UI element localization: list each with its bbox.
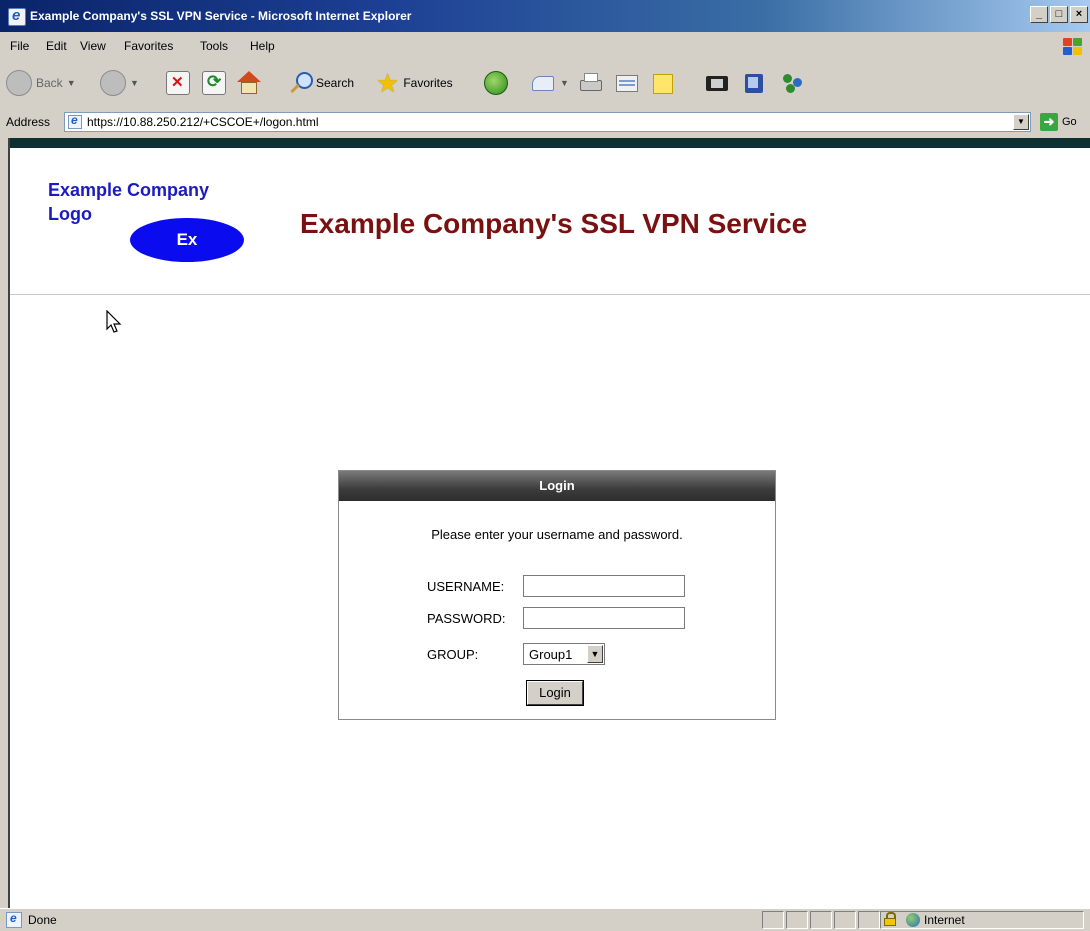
username-label: USERNAME: (427, 579, 505, 594)
window-title-bar: Example Company's SSL VPN Service - Micr… (0, 0, 1090, 32)
status-cell (762, 911, 784, 929)
messenger-icon (780, 72, 806, 94)
page-top-band (10, 138, 1090, 148)
favorites-label: Favorites (403, 76, 453, 90)
media-player-button[interactable] (704, 68, 730, 98)
username-field[interactable] (523, 575, 685, 597)
address-label: Address (6, 115, 51, 129)
home-icon (236, 71, 262, 95)
status-cell (810, 911, 832, 929)
menu-favorites[interactable]: Favorites (124, 39, 173, 53)
favorites-button[interactable]: ★ Favorites (376, 68, 453, 98)
status-text: Done (28, 913, 57, 927)
film-icon (704, 72, 730, 94)
login-button[interactable]: Login (526, 680, 584, 706)
page-status-icon (6, 911, 22, 928)
menu-file[interactable]: File (10, 39, 29, 53)
go-label: Go (1062, 116, 1077, 128)
status-cell (786, 911, 808, 929)
note-icon (650, 72, 676, 94)
menu-help[interactable]: Help (250, 39, 275, 53)
go-arrow-icon: ➜ (1040, 113, 1058, 131)
media-button[interactable] (484, 68, 508, 98)
login-panel: Login Please enter your username and pas… (338, 470, 776, 720)
page-icon (68, 113, 82, 129)
windows-logo-icon (1062, 37, 1082, 55)
window-title: Example Company's SSL VPN Service - Micr… (30, 9, 412, 23)
group-select[interactable]: Group1 ▼ (523, 643, 605, 665)
search-label: Search (316, 76, 355, 90)
company-logo-badge: Ex (130, 218, 244, 262)
group-label: GROUP: (427, 647, 479, 662)
back-label: Back (36, 76, 63, 90)
forward-button[interactable]: ▼ (100, 68, 139, 98)
chevron-down-icon: ▼ (66, 78, 76, 88)
go-button[interactable]: ➜ Go (1040, 113, 1077, 131)
url-text: https://10.88.250.212/+CSCOE+/logon.html (87, 115, 319, 129)
menu-view[interactable]: View (80, 39, 106, 53)
zone-label: Internet (924, 913, 965, 927)
chevron-down-icon: ▼ (587, 645, 603, 663)
refresh-icon (202, 71, 226, 95)
back-arrow-icon (6, 70, 32, 96)
status-cell (858, 911, 880, 929)
forward-arrow-icon (100, 70, 126, 96)
chevron-down-icon: ▼ (130, 78, 139, 88)
messenger-button[interactable] (780, 68, 806, 98)
edit-page-icon (614, 72, 640, 94)
status-cell (834, 911, 856, 929)
toolbar: Back ▼ ▼ Search ★ Favorites ▼ (0, 62, 1090, 104)
password-field[interactable] (523, 607, 685, 629)
header-divider (10, 294, 1090, 295)
search-icon (290, 72, 313, 94)
discuss-button[interactable] (650, 68, 676, 98)
close-button[interactable]: × (1070, 6, 1088, 23)
login-instructions: Please enter your username and password. (431, 527, 683, 542)
favorites-star-icon: ★ (376, 68, 400, 98)
group-selected-value: Group1 (529, 647, 573, 662)
mail-button[interactable]: ▼ (530, 68, 569, 98)
address-bar: Address https://10.88.250.212/+CSCOE+/lo… (0, 108, 1090, 136)
chevron-down-icon: ▼ (560, 78, 569, 88)
internet-globe-icon (906, 913, 920, 927)
stop-icon (166, 71, 190, 95)
menu-tools[interactable]: Tools (200, 39, 228, 53)
minimize-button[interactable]: _ (1030, 6, 1048, 23)
password-label: PASSWORD: (427, 611, 506, 626)
refresh-button[interactable] (202, 68, 226, 98)
menu-edit[interactable]: Edit (46, 39, 67, 53)
media-icon (484, 71, 508, 95)
page-content: Example Company Logo Ex Example Company'… (8, 138, 1090, 908)
home-button[interactable] (236, 68, 262, 98)
window-controls: _ □ × (1030, 6, 1088, 23)
stop-button[interactable] (166, 68, 190, 98)
maximize-button[interactable]: □ (1050, 6, 1068, 23)
page-title: Example Company's SSL VPN Service (300, 208, 808, 239)
back-button[interactable]: Back ▼ (6, 68, 76, 98)
edit-button[interactable] (614, 68, 640, 98)
printer-icon (578, 72, 604, 94)
internet-explorer-icon (8, 7, 26, 26)
company-logo-text: Example Company Logo (48, 180, 210, 224)
menu-bar: File Edit View Favorites Tools Help (0, 34, 1090, 58)
login-header: Login (339, 471, 775, 501)
mail-icon (530, 72, 556, 94)
search-button[interactable]: Search (290, 68, 354, 98)
print-button[interactable] (578, 68, 604, 98)
mouse-cursor-icon (106, 310, 122, 333)
status-bar: Done Internet (0, 908, 1090, 931)
address-input[interactable]: https://10.88.250.212/+CSCOE+/logon.html… (64, 112, 1031, 132)
lock-icon (884, 912, 896, 926)
research-book-icon (742, 72, 768, 94)
research-button[interactable] (742, 68, 768, 98)
address-dropdown-button[interactable]: ▼ (1013, 114, 1029, 130)
